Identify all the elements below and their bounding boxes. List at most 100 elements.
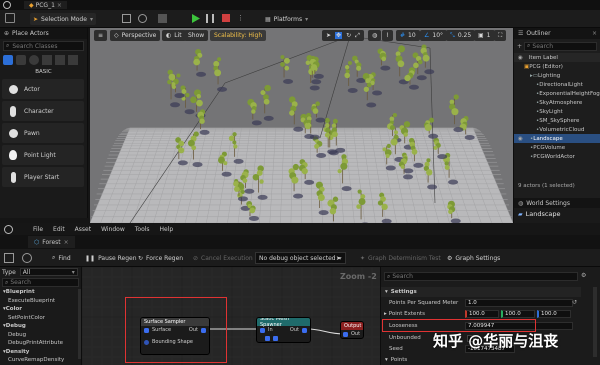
pause-icon[interactable] <box>206 14 214 23</box>
point-light-item[interactable]: Point Light <box>2 145 84 165</box>
level-viewport[interactable]: ≡ ◇ Perspective ◐ Lit Show Scalability: … <box>90 28 513 223</box>
scale-snap-button[interactable]: ⤡ 0.25 <box>446 30 476 41</box>
save-icon[interactable] <box>5 13 15 23</box>
surface-sampler-node[interactable]: Surface Sampler Surface Out Bounding Sha… <box>140 317 210 355</box>
point-extents-z-input[interactable]: 100.0 <box>537 310 571 318</box>
palette-category[interactable]: ▾ Density <box>0 348 81 357</box>
outliner-row[interactable]: • VolumetricCloud <box>514 125 600 134</box>
palette-item[interactable]: DebugPrintAttribute <box>0 339 81 348</box>
play-button[interactable] <box>191 13 201 24</box>
output-node[interactable]: Output Out <box>340 321 364 339</box>
platforms-dropdown[interactable]: ▦ Platforms ▾ <box>262 13 311 25</box>
palette-item[interactable]: Debug <box>0 331 81 340</box>
blueprint-icon[interactable] <box>138 14 147 23</box>
world-settings-tab[interactable]: ◍ World Settings <box>514 198 600 208</box>
class-search-input[interactable]: ⌕ Search Classes <box>3 41 84 51</box>
outliner-row[interactable]: • SkyAtmosphere <box>514 98 600 107</box>
level-tab[interactable]: ◆ PCG_1 × <box>24 1 67 9</box>
palette-item[interactable]: ExecuteBlueprint <box>0 297 81 306</box>
output-out-pin[interactable]: Out <box>341 330 363 338</box>
point-extents-x-input[interactable]: 100.0 <box>465 310 499 318</box>
menu-edit[interactable]: Edit <box>53 226 65 233</box>
browse-icon[interactable] <box>22 253 32 263</box>
cinematics-icon[interactable] <box>158 14 167 23</box>
settings-section-header[interactable]: ▾ Settings <box>381 287 581 297</box>
actor-item[interactable]: Actor <box>2 79 84 99</box>
grid-snap-button[interactable]: # 10 <box>396 30 420 41</box>
outliner-row[interactable]: ▸▭ Lighting <box>514 71 600 80</box>
graph-settings-button[interactable]: ⚙ Graph Settings <box>447 252 500 264</box>
viewport-options-button[interactable]: ≡ <box>94 30 108 41</box>
pcg-graph-canvas[interactable]: Zoom -2 Surface Sampler Surface Out Boun… <box>82 267 380 365</box>
palette-category[interactable]: ▾ Color <box>0 305 81 314</box>
rotation-snap-button[interactable]: ∠ 10° <box>420 30 448 41</box>
details-scrollbar[interactable] <box>593 287 597 357</box>
selection-mode-dropdown[interactable]: ➤ Selection Mode ▾ <box>30 13 96 25</box>
scalability-warning[interactable]: Scalability: High <box>210 30 267 41</box>
expand-icon[interactable]: ▸ <box>384 311 387 317</box>
palette-search-input[interactable]: ⌕ Search <box>2 278 79 287</box>
close-panel-icon[interactable]: × <box>592 30 597 37</box>
lit-button[interactable]: ◐ Lit <box>162 30 186 41</box>
details-settings-icon[interactable]: ⚙ <box>581 272 586 279</box>
volumes-category-icon[interactable] <box>68 55 78 65</box>
palette-category[interactable]: ▾ Blueprint <box>0 288 81 297</box>
pause-regen-button[interactable]: ❚❚ Pause Regen <box>85 252 137 264</box>
static-mesh-spawner-node[interactable]: Static Mesh Spawner In Out <box>256 317 311 343</box>
select-actor-icon[interactable]: ➤ <box>336 252 341 264</box>
world-local-toggle[interactable]: ◍ <box>368 30 382 41</box>
outliner-search-input[interactable]: ⌕ Search <box>524 41 597 51</box>
pawn-item[interactable]: Pawn <box>2 123 84 143</box>
basic-category-icon[interactable] <box>16 55 26 65</box>
perspective-button[interactable]: ◇ Perspective <box>110 30 161 41</box>
surface-snap-toggle[interactable]: ⌇ <box>382 30 393 41</box>
add-icon[interactable]: + <box>517 43 522 50</box>
palette-item[interactable]: CurveRemapDensity <box>0 356 81 365</box>
graph-determinism-button[interactable]: ✦ Graph Determinism Test <box>360 252 441 264</box>
menu-help[interactable]: Help <box>160 226 174 233</box>
show-button[interactable]: Show <box>184 30 209 41</box>
camera-speed-button[interactable]: ▣ 1 <box>474 30 495 41</box>
outliner-row[interactable]: ▣ PCG (Editor) <box>514 62 600 71</box>
move-tool-icon[interactable]: ✥ <box>335 32 343 39</box>
recent-category-icon[interactable] <box>3 55 13 65</box>
points-section-header[interactable]: ▾ Points <box>381 355 581 365</box>
shapes-category-icon[interactable] <box>42 55 52 65</box>
maximize-viewport-button[interactable]: ⛶ <box>494 30 507 41</box>
reset-icon[interactable]: ↺ <box>572 299 577 306</box>
rotate-tool-icon[interactable]: ↻ <box>346 32 351 39</box>
sampler-out-pin-icon[interactable] <box>201 327 206 333</box>
palette-category[interactable]: ▾ Debug <box>0 322 81 331</box>
scale-tool-icon[interactable]: ⤢ <box>355 32 360 40</box>
cancel-execution-button[interactable]: ⊘ Cancel Execution <box>193 252 253 264</box>
lights-category-icon[interactable] <box>29 55 39 65</box>
player-start-item[interactable]: Player Start <box>2 167 84 187</box>
menu-tools[interactable]: Tools <box>135 226 150 233</box>
palette-scrollbar[interactable] <box>78 289 81 359</box>
find-button[interactable]: ⌕ Find <box>52 252 71 264</box>
points-per-sqm-input[interactable]: 1.0 <box>465 299 573 307</box>
stop-icon[interactable] <box>222 14 230 22</box>
menu-file[interactable]: File <box>33 226 43 233</box>
character-item[interactable]: Character <box>2 101 84 121</box>
outliner-row[interactable]: • PCGVolume <box>514 143 600 152</box>
select-tool-icon[interactable]: ➤ <box>326 32 331 39</box>
outliner-row[interactable]: • ExponentialHeightFog <box>514 89 600 98</box>
outliner-row[interactable]: • SM_SkySphere <box>514 116 600 125</box>
outliner-row[interactable]: • DirectionalLight <box>514 80 600 89</box>
close-tab-icon[interactable]: × <box>57 2 62 9</box>
details-search-input[interactable]: ⌕ Search <box>384 272 578 281</box>
force-regen-button[interactable]: ↻ Force Regen <box>138 252 183 264</box>
outliner-row[interactable]: • PCGWorldActor <box>514 152 600 161</box>
outliner-row[interactable]: • SkyLight <box>514 107 600 116</box>
visual-effects-category-icon[interactable] <box>55 55 65 65</box>
spawner-out-pin-icon[interactable] <box>302 327 307 333</box>
bounding-shape-pin[interactable]: Bounding Shape <box>141 338 209 346</box>
menu-asset[interactable]: Asset <box>75 226 91 233</box>
palette-item[interactable]: SetPointColor <box>0 314 81 323</box>
close-tab-icon[interactable]: × <box>64 239 69 246</box>
visibility-icon[interactable]: ◉ <box>518 136 523 142</box>
outliner-column-header[interactable]: ◉ Item Label <box>514 53 600 62</box>
surface-pin[interactable]: Surface Out <box>141 326 209 334</box>
save-icon[interactable] <box>4 253 14 263</box>
